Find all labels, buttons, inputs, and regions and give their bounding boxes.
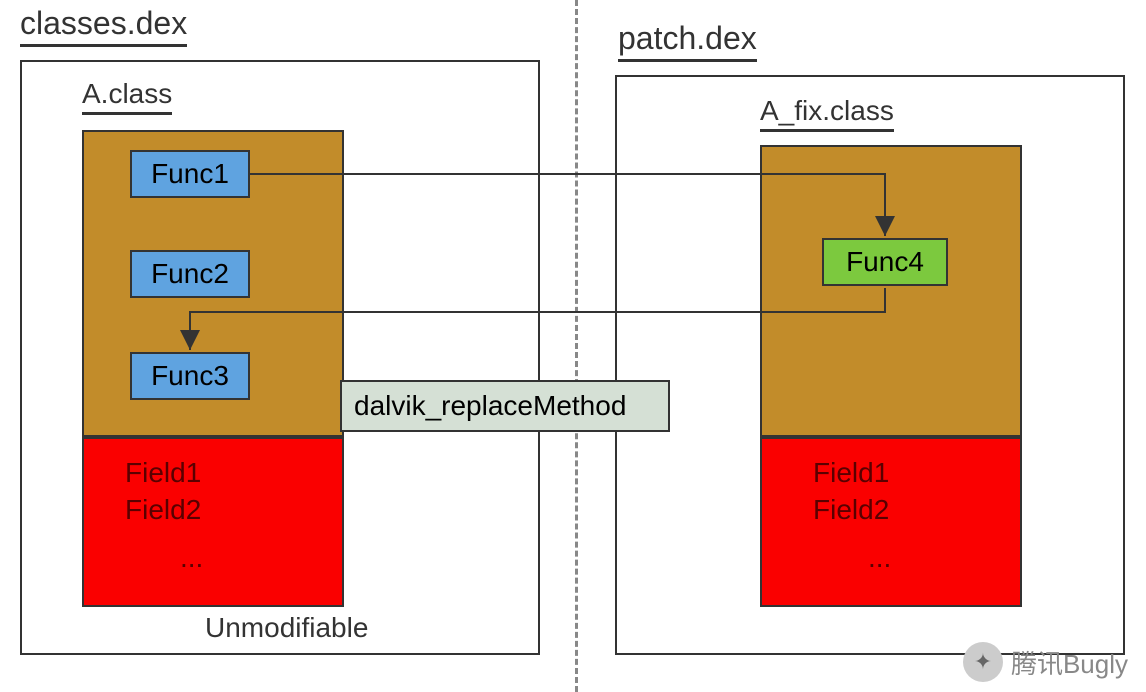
- func1-box: Func1: [130, 150, 250, 198]
- a-fix-method-area: [760, 145, 1022, 437]
- patch-dex-title: patch.dex: [618, 20, 757, 62]
- func2-box: Func2: [130, 250, 250, 298]
- a-fix-field1: Field1: [813, 455, 889, 491]
- classes-dex-title: classes.dex: [20, 5, 187, 47]
- a-fix-field2: Field2: [813, 492, 889, 528]
- divider-line: [575, 0, 578, 692]
- wechat-icon: ✦: [963, 642, 1003, 682]
- a-fix-field-area: [760, 437, 1022, 607]
- a-fix-class-title: A_fix.class: [760, 95, 894, 132]
- watermark-text: 腾讯Bugly: [1011, 644, 1128, 681]
- dalvik-replace-method-box: dalvik_replaceMethod: [340, 380, 670, 432]
- a-class-title: A.class: [82, 78, 172, 115]
- watermark: ✦ 腾讯Bugly: [963, 642, 1128, 682]
- a-class-field-ellipsis: ...: [180, 540, 203, 576]
- a-class-field2: Field2: [125, 492, 201, 528]
- a-class-field-area: [82, 437, 344, 607]
- func4-box: Func4: [822, 238, 948, 286]
- a-class-field1: Field1: [125, 455, 201, 491]
- a-fix-field-ellipsis: ...: [868, 540, 891, 576]
- func3-box: Func3: [130, 352, 250, 400]
- unmodifiable-label: Unmodifiable: [205, 612, 368, 644]
